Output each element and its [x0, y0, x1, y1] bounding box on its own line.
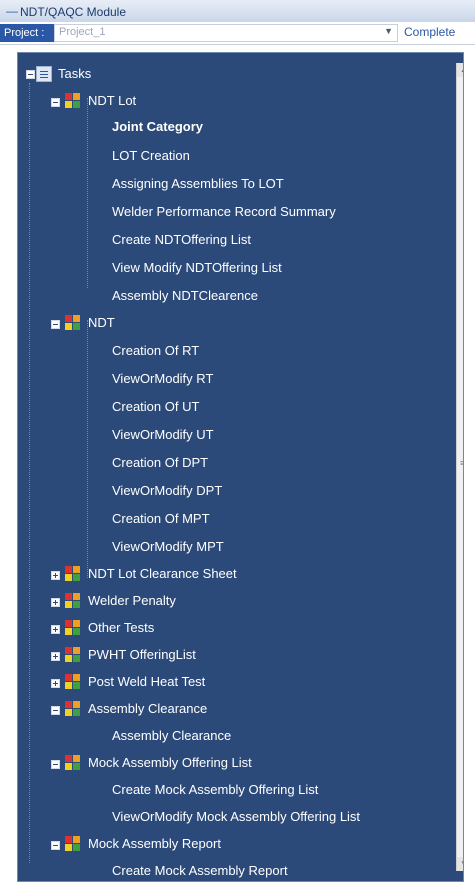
expand-toggle[interactable]	[51, 652, 60, 661]
expand-toggle[interactable]	[51, 98, 60, 107]
tree-leaf-view-modify-rt[interactable]: ViewOrModify RT	[112, 369, 213, 389]
expand-toggle[interactable]	[26, 70, 35, 79]
project-label: Project :	[0, 24, 54, 42]
complete-button[interactable]: Complete	[404, 25, 475, 41]
tree-leaf-view-modify-mock-offering[interactable]: ViewOrModify Mock Assembly Offering List	[112, 807, 360, 827]
tree-node-mock-assembly-report[interactable]: Mock Assembly Report	[88, 834, 221, 854]
tree-node-ndt-lot-clearance-sheet[interactable]: NDT Lot Clearance Sheet	[88, 564, 237, 584]
tree-leaf-view-modify-dpt[interactable]: ViewOrModify DPT	[112, 481, 222, 501]
module-icon	[65, 701, 81, 717]
scroll-up-icon[interactable]: ▲	[457, 63, 463, 77]
task-tree[interactable]: Tasks NDT Lot Joint Category LOT Creatio…	[17, 52, 464, 882]
vertical-scrollbar[interactable]: ▲ ≡ ▼	[456, 63, 463, 871]
tree-guide	[29, 83, 30, 863]
tree-node-ndt[interactable]: NDT	[88, 313, 115, 333]
window-title: NDT/QAQC Module	[20, 5, 127, 19]
tree-node-welder-penalty[interactable]: Welder Penalty	[88, 591, 176, 611]
module-icon	[65, 836, 81, 852]
module-icon	[65, 593, 81, 609]
expand-toggle[interactable]	[51, 598, 60, 607]
tree-node-ndt-lot[interactable]: NDT Lot	[88, 91, 136, 111]
tree-leaf-welder-performance[interactable]: Welder Performance Record Summary	[112, 202, 336, 222]
expand-toggle[interactable]	[51, 760, 60, 769]
tree-node-assembly-clearance[interactable]: Assembly Clearance	[88, 699, 207, 719]
tree-leaf-creation-rt[interactable]: Creation Of RT	[112, 341, 199, 361]
tree-leaf-assembly-clearance[interactable]: Assembly Clearance	[112, 726, 231, 746]
module-icon	[65, 755, 81, 771]
module-icon	[65, 620, 81, 636]
project-dropdown[interactable]: Project_1 ▼	[54, 24, 398, 42]
tree-guide	[87, 98, 88, 288]
module-icon	[65, 674, 81, 690]
tree-node-tasks[interactable]: Tasks	[58, 64, 91, 84]
tree-leaf-view-modify-mpt[interactable]: ViewOrModify MPT	[112, 537, 224, 557]
title-bar: — NDT/QAQC Module	[0, 0, 475, 23]
module-icon	[65, 566, 81, 582]
pin-icon[interactable]: —	[6, 5, 18, 17]
tree-leaf-assembly-ndt-clearence[interactable]: Assembly NDTClearence	[112, 286, 258, 306]
tree-leaf-view-modify-ut[interactable]: ViewOrModify UT	[112, 425, 214, 445]
tree-node-other-tests[interactable]: Other Tests	[88, 618, 154, 638]
tree-leaf-creation-dpt[interactable]: Creation Of DPT	[112, 453, 208, 473]
module-icon	[65, 93, 81, 109]
tree-node-mock-assembly-offering-list[interactable]: Mock Assembly Offering List	[88, 753, 252, 773]
tree-node-post-weld-heat-test[interactable]: Post Weld Heat Test	[88, 672, 205, 692]
chevron-down-icon[interactable]: ▼	[384, 26, 393, 36]
tree-leaf-assigning-assemblies[interactable]: Assigning Assemblies To LOT	[112, 174, 284, 194]
scroll-down-icon[interactable]: ▼	[457, 857, 463, 871]
module-icon	[65, 315, 81, 331]
scroll-grip-icon[interactable]: ≡	[460, 458, 463, 468]
expand-toggle[interactable]	[51, 625, 60, 634]
tree-leaf-creation-ut[interactable]: Creation Of UT	[112, 397, 199, 417]
expand-toggle[interactable]	[51, 320, 60, 329]
expand-toggle[interactable]	[51, 841, 60, 850]
tree-leaf-joint-category[interactable]: Joint Category	[112, 117, 203, 137]
tree-leaf-create-mock-report[interactable]: Create Mock Assembly Report	[112, 861, 288, 881]
tree-leaf-creation-mpt[interactable]: Creation Of MPT	[112, 509, 210, 529]
tree-guide	[87, 320, 88, 578]
expand-toggle[interactable]	[51, 679, 60, 688]
tree-leaf-view-modify-ndt-offering[interactable]: View Modify NDTOffering List	[112, 258, 282, 278]
project-value: Project_1	[59, 26, 106, 38]
project-bar: Project : Project_1 ▼ Complete	[0, 22, 475, 45]
tree-leaf-create-ndt-offering[interactable]: Create NDTOffering List	[112, 230, 251, 250]
module-icon	[65, 647, 81, 663]
tree-leaf-create-mock-offering[interactable]: Create Mock Assembly Offering List	[112, 780, 318, 800]
expand-toggle[interactable]	[51, 571, 60, 580]
tree-leaf-lot-creation[interactable]: LOT Creation	[112, 146, 190, 166]
expand-toggle[interactable]	[51, 706, 60, 715]
tree-node-pwht-offering-list[interactable]: PWHT OfferingList	[88, 645, 196, 665]
tasks-icon	[36, 66, 52, 82]
